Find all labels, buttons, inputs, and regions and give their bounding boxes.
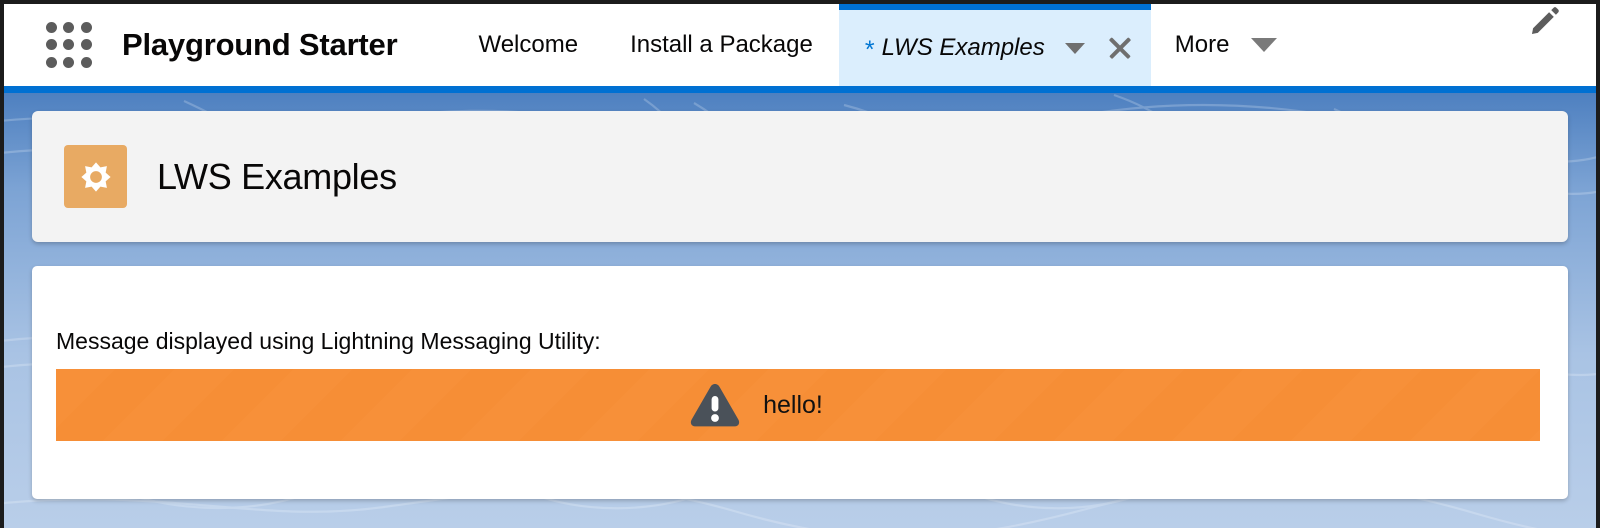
lwc-content-card: Message displayed using Lightning Messag… — [32, 266, 1568, 499]
message-label: Message displayed using Lightning Messag… — [56, 328, 601, 354]
nav-tab-label: LWS Examples — [881, 34, 1045, 61]
warning-triangle-icon — [690, 384, 740, 427]
waffle-dot — [63, 39, 75, 51]
nav-tab-welcome[interactable]: Welcome — [452, 4, 604, 86]
waffle-dot — [80, 56, 92, 68]
nav-tab-label: Install a Package — [630, 31, 813, 58]
chevron-down-icon[interactable] — [1064, 42, 1085, 54]
alert-message-text: hello! — [763, 390, 823, 419]
alert-content: hello! — [689, 381, 823, 429]
waffle-dot — [63, 22, 75, 33]
page-title: LWS Examples — [157, 155, 397, 197]
waffle-dot — [80, 39, 92, 51]
nav-tab-lws-examples[interactable]: * LWS Examples — [838, 4, 1151, 86]
waffle-dot — [46, 22, 57, 33]
nav-accent-strip — [4, 86, 1596, 93]
app-page-background: LWS Examples Message displayed using Lig… — [4, 93, 1596, 528]
nav-tab-list: Welcome Install a Package * LWS Examples… — [452, 4, 1596, 86]
nav-tab-install-a-package[interactable]: Install a Package — [604, 4, 839, 86]
chevron-down-icon — [1251, 38, 1278, 52]
app-header-card: LWS Examples — [32, 111, 1568, 242]
waffle-dot — [46, 39, 57, 51]
screenshot-root: Playground Starter Welcome Install a Pac… — [0, 0, 1600, 528]
alert-banner: hello! — [56, 369, 1540, 441]
page-content-wrapper: LWS Examples Message displayed using Lig… — [4, 93, 1596, 528]
unsaved-changes-asterisk-icon: * — [864, 35, 875, 64]
nav-more-menu[interactable]: More — [1151, 4, 1302, 86]
nav-more-label: More — [1174, 31, 1230, 58]
app-name-label: Playground Starter — [122, 27, 398, 62]
global-navigation-bar: Playground Starter Welcome Install a Pac… — [4, 4, 1596, 86]
waffle-dot — [46, 56, 57, 68]
waffle-dot — [80, 22, 92, 33]
app-launcher-waffle-icon[interactable] — [46, 22, 92, 68]
waffle-dot — [63, 56, 75, 68]
nav-tab-label: Welcome — [478, 31, 579, 58]
pencil-edit-icon[interactable] — [1528, 4, 1562, 38]
gear-sun-icon — [64, 145, 127, 208]
close-icon[interactable] — [1107, 35, 1133, 61]
